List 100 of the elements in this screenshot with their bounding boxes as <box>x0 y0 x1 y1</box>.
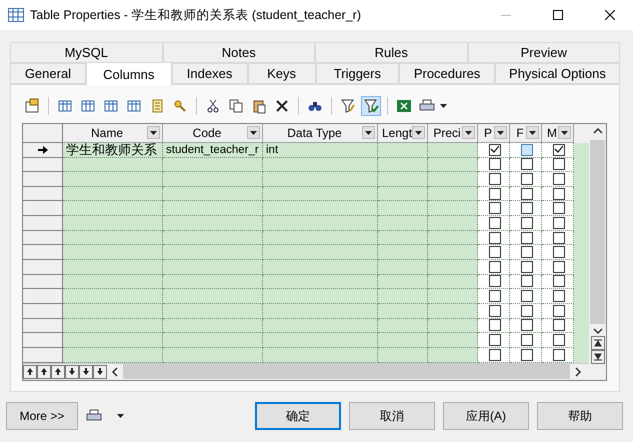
checkbox[interactable] <box>553 348 565 361</box>
scroll-left-icon[interactable] <box>111 366 119 377</box>
checkbox[interactable] <box>489 304 501 317</box>
checkbox[interactable] <box>521 216 533 229</box>
checkbox[interactable] <box>521 304 533 317</box>
table-cell <box>378 216 428 231</box>
checkbox[interactable] <box>521 290 533 302</box>
checkbox[interactable] <box>521 348 533 361</box>
checkbox[interactable] <box>553 319 565 332</box>
dialog-button[interactable]: 帮助 <box>537 402 623 430</box>
checkbox[interactable] <box>489 144 501 156</box>
checkbox[interactable] <box>553 216 565 229</box>
tab[interactable]: MySQL <box>10 42 162 63</box>
checkbox[interactable] <box>489 334 501 346</box>
checkbox[interactable] <box>553 158 565 170</box>
table-cell <box>378 158 428 172</box>
filter-toggle[interactable] <box>361 96 381 116</box>
checkbox[interactable] <box>553 334 565 346</box>
column-header[interactable]: Name <box>63 124 163 143</box>
move-page-up-button[interactable] <box>37 364 51 379</box>
move-top-button[interactable] <box>23 364 37 379</box>
checkbox[interactable] <box>521 202 533 214</box>
scroll-down-icon[interactable] <box>592 326 602 336</box>
checkbox[interactable] <box>489 158 501 170</box>
tab[interactable]: Columns <box>86 62 172 85</box>
checkbox[interactable] <box>521 334 533 346</box>
checkbox[interactable] <box>489 188 501 200</box>
column-header[interactable]: P <box>478 124 510 143</box>
tab[interactable]: Triggers <box>316 63 400 84</box>
move-down-button[interactable] <box>65 364 79 379</box>
tab[interactable]: General <box>10 63 86 84</box>
tab[interactable]: Keys <box>248 63 316 84</box>
checkbox[interactable] <box>553 202 565 214</box>
checkbox[interactable] <box>553 232 565 244</box>
table-cell <box>378 260 428 275</box>
checkbox[interactable] <box>553 172 565 185</box>
checkbox[interactable] <box>489 246 501 258</box>
down-arrow-icon <box>594 353 602 361</box>
horizontal-scrollbar[interactable] <box>123 364 570 380</box>
column-header[interactable]: Preci <box>428 124 478 143</box>
filter-caret-icon <box>150 130 157 135</box>
checkbox[interactable] <box>489 260 501 273</box>
checkbox[interactable] <box>553 144 565 156</box>
column-header[interactable]: M <box>542 124 574 143</box>
dialog-button[interactable]: 应用(A) <box>443 402 529 430</box>
column-header[interactable]: Data Type <box>263 124 378 143</box>
move-up-button[interactable] <box>51 364 65 379</box>
checkbox[interactable] <box>489 290 501 302</box>
filter-caret-icon <box>497 130 504 135</box>
scroll-bottom-button[interactable] <box>590 350 604 364</box>
checkbox[interactable] <box>521 232 533 244</box>
checkbox[interactable] <box>553 188 565 200</box>
dialog-button[interactable]: 取消 <box>349 402 435 430</box>
checkbox[interactable] <box>521 246 533 258</box>
checkbox[interactable] <box>521 260 533 273</box>
filter-caret-icon <box>465 130 472 135</box>
checkbox[interactable] <box>489 172 501 185</box>
checkbox[interactable] <box>489 232 501 244</box>
checkbox[interactable] <box>521 144 533 156</box>
tab[interactable]: Rules <box>315 42 468 63</box>
table-cell <box>378 186 428 202</box>
filter-check-icon <box>363 98 379 114</box>
table-cell: student_teacher_r <box>163 142 263 158</box>
checkbox[interactable] <box>489 348 501 361</box>
tab[interactable]: Preview <box>468 42 620 63</box>
add-columns-icon <box>126 98 142 114</box>
tab[interactable]: Notes <box>162 42 315 63</box>
scroll-top-button[interactable] <box>590 336 604 350</box>
tab[interactable]: Physical Options <box>494 63 620 84</box>
checkbox[interactable] <box>521 158 533 170</box>
move-page-down-button[interactable] <box>79 364 93 379</box>
column-header[interactable]: Lengt <box>378 124 428 143</box>
checkbox[interactable] <box>489 275 501 288</box>
move-bottom-button[interactable] <box>93 364 107 379</box>
table-cell: 学生和教师关系 <box>63 142 163 158</box>
dialog-button[interactable]: 确定 <box>255 402 341 430</box>
checkbox[interactable] <box>521 188 533 200</box>
filter-caret-icon <box>529 130 536 135</box>
paste-icon <box>251 98 267 114</box>
checkbox[interactable] <box>489 319 501 332</box>
checkbox[interactable] <box>521 319 533 332</box>
checkbox[interactable] <box>553 246 565 258</box>
more-button[interactable]: More >> <box>6 402 78 430</box>
checkbox[interactable] <box>553 275 565 288</box>
tab[interactable]: Indexes <box>172 63 248 84</box>
row-header[interactable] <box>23 142 63 158</box>
column-header[interactable]: Code <box>163 124 263 143</box>
checkbox[interactable] <box>521 172 533 185</box>
checkbox[interactable] <box>553 290 565 302</box>
checkbox[interactable] <box>553 260 565 273</box>
table-cell <box>378 318 428 334</box>
checkbox[interactable] <box>489 216 501 229</box>
checkbox[interactable] <box>553 304 565 317</box>
scroll-right-icon[interactable] <box>574 366 582 377</box>
window-title: Table Properties - 学生和教师的关系表 (student_teacher_r) <box>30 6 362 24</box>
tab[interactable]: Procedures <box>399 63 495 84</box>
column-header[interactable]: F <box>510 124 542 143</box>
checkbox[interactable] <box>489 202 501 214</box>
checkbox[interactable] <box>521 275 533 288</box>
table-cell <box>378 172 428 187</box>
